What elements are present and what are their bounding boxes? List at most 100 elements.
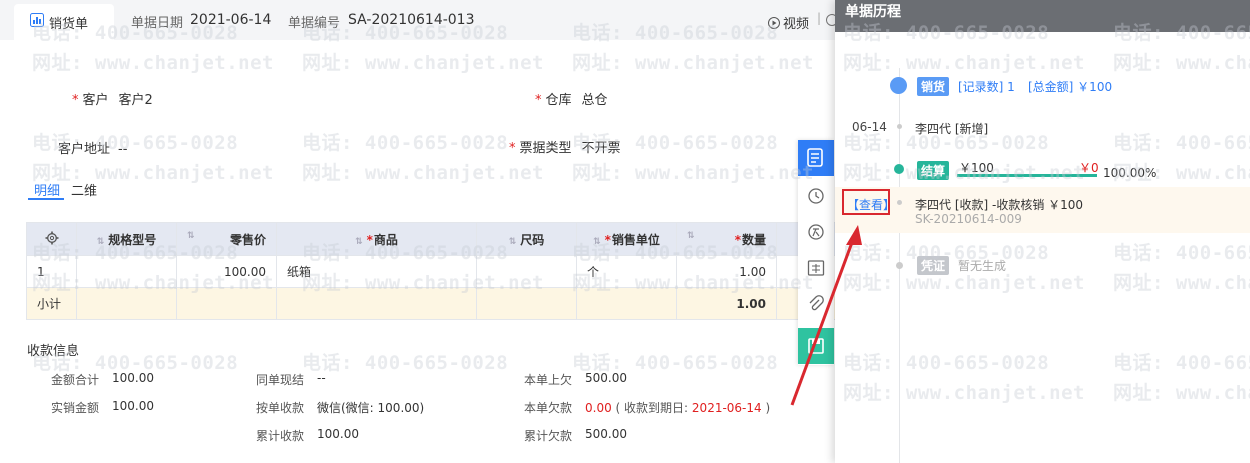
subtotal-empty — [76, 287, 177, 320]
prev-owe-value: 500.00 — [585, 371, 627, 385]
col-retail-price-label: 零售价 — [229, 232, 266, 247]
history-event-create: 李四代 [新增] — [915, 122, 989, 136]
history-date: 06-14 — [852, 120, 887, 134]
subtotal-qty: 1.00 — [676, 287, 777, 320]
cum-owe-value: 500.00 — [585, 427, 627, 441]
col-unit-label: 销售单位 — [611, 232, 660, 247]
col-spec[interactable]: ⇅ 规格型号 — [76, 222, 177, 256]
timeline-node-settle — [894, 164, 904, 174]
by-order-label: 按单收款 — [256, 401, 305, 415]
sort-icon[interactable]: ⇅ — [97, 237, 105, 247]
timeline-node-voucher — [896, 262, 903, 269]
history-event-receipt: 李四代 [收款] -收款核销 ￥100 — [915, 198, 1084, 212]
code-value: SA-20210614-013 — [348, 12, 475, 28]
customer-field[interactable]: * 客户 客户2 — [72, 89, 153, 108]
chart-icon — [30, 13, 44, 27]
due-prefix: ( 收款到期日: — [615, 401, 689, 415]
settle-progress — [957, 174, 1097, 177]
timeline-node-sale — [890, 77, 907, 94]
tab-2d[interactable]: 二维 — [71, 180, 97, 199]
voucher-tag: 凭证 — [917, 256, 950, 275]
col-product-label: 商品 — [373, 232, 398, 247]
detail-table: ⇅ 规格型号 ⇅ 零售价 ⇅ *商品 ⇅ 尺码 ⇅ *销售单位 ⇅ *数量 1 100.00… — [26, 222, 838, 320]
net-label: 实销金额 — [51, 401, 100, 415]
settle-progress-fill — [957, 174, 1097, 177]
sort-icon[interactable]: ⇅ — [687, 231, 695, 241]
subtotal-label: 小计 — [26, 287, 77, 320]
invoice-type-label: 票据类型 — [519, 141, 572, 156]
col-qty-label: 数量 — [741, 232, 766, 247]
history-button[interactable] — [798, 178, 834, 214]
history-icon — [808, 188, 824, 204]
cur-owe-label: 本单欠款 — [524, 401, 573, 415]
sort-icon[interactable]: ⇅ — [187, 231, 195, 241]
cell-size[interactable] — [476, 255, 577, 288]
due-date: 2021-06-14 — [691, 401, 762, 415]
date-label: 单据日期 — [131, 16, 184, 31]
video-label: 视频 — [783, 17, 810, 32]
cum-owe-label: 累计欠款 — [524, 429, 573, 443]
sort-icon[interactable]: ⇅ — [509, 237, 517, 247]
subtotal-empty — [476, 287, 577, 320]
col-size[interactable]: ⇅ 尺码 — [476, 222, 577, 256]
tab-detail[interactable]: 明细 — [34, 180, 60, 199]
gear-icon[interactable] — [45, 231, 59, 245]
col-retail-price[interactable]: ⇅ 零售价 — [176, 222, 277, 256]
cell-product[interactable]: 纸箱 — [276, 255, 477, 288]
subtotal-empty — [576, 287, 677, 320]
required-mark: * — [509, 141, 516, 156]
column-settings[interactable] — [26, 222, 77, 256]
sale-tag: 销货 — [917, 77, 950, 96]
view-link[interactable]: 【查看】 — [847, 196, 895, 213]
cell-unit[interactable]: 个 — [576, 255, 677, 288]
address-value: -- — [118, 142, 128, 157]
total-amount[interactable]: [总金额] ￥100 — [1028, 78, 1112, 95]
video-button[interactable]: 视频 — [768, 13, 809, 32]
prev-owe-label: 本单上欠 — [524, 373, 573, 387]
address-field[interactable]: 客户地址 -- — [58, 138, 127, 157]
total-label: 金额合计 — [51, 373, 100, 387]
cell-spec[interactable] — [76, 255, 177, 288]
invoice-type-field[interactable]: * 票据类型 不开票 — [509, 137, 621, 156]
sort-icon[interactable]: ⇅ — [355, 237, 363, 247]
col-unit[interactable]: ⇅ *销售单位 — [576, 222, 677, 256]
record-count[interactable]: [记录数] 1 — [958, 78, 1015, 95]
cur-owe-row: 0.00 ( 收款到期日: 2021-06-14 ) — [585, 399, 770, 416]
col-product[interactable]: ⇅ *商品 — [276, 222, 477, 256]
customer-value: 客户2 — [118, 93, 153, 108]
timeline-dot — [897, 124, 902, 129]
voucher-text: 暂无生成 — [958, 259, 1007, 273]
receipt-code[interactable]: SK-20210614-009 — [915, 212, 1022, 226]
cell-qty[interactable]: 1.00 — [676, 255, 777, 288]
due-suffix: ) — [765, 401, 771, 415]
table-row[interactable]: 1 100.00 纸箱 个 1.00 — [26, 255, 838, 288]
cell-retail-price[interactable]: 100.00 — [176, 255, 277, 288]
sort-icon[interactable]: ⇅ — [593, 237, 601, 247]
required-mark: * — [604, 232, 611, 247]
divider: | — [817, 11, 822, 25]
same-settle-value: -- — [317, 371, 326, 385]
form-button[interactable] — [798, 140, 834, 176]
code-label: 单据编号 — [288, 16, 341, 31]
col-size-label: 尺码 — [520, 232, 545, 247]
required-mark: * — [734, 232, 741, 247]
required-mark: * — [366, 232, 373, 247]
warehouse-label: 仓库 — [545, 93, 572, 108]
history-panel: 单据历程 销货 [记录数] 1 [总金额] ￥100 06-14 李四代 [新增… — [835, 0, 1250, 463]
same-settle-label: 同单现结 — [256, 373, 305, 387]
cell-index: 1 — [26, 255, 77, 288]
net-value: 100.00 — [112, 399, 154, 413]
subtotal-row: 小计 1.00 — [26, 287, 838, 320]
sales-order-panel: 销货单 单据日期 2021-06-14 单据编号 SA-20210614-013… — [0, 0, 838, 463]
required-mark: * — [535, 93, 542, 108]
timeline-dot — [897, 200, 902, 205]
table-header-row: ⇅ 规格型号 ⇅ 零售价 ⇅ *商品 ⇅ 尺码 ⇅ *销售单位 ⇅ *数量 — [26, 222, 838, 256]
col-qty[interactable]: ⇅ *数量 — [676, 222, 777, 256]
warehouse-field[interactable]: * 仓库 总仓 — [535, 89, 608, 108]
form-icon — [807, 148, 823, 167]
cum-recv-value: 100.00 — [317, 427, 359, 441]
cum-recv-label: 累计收款 — [256, 429, 305, 443]
tab-label: 销货单 — [49, 17, 89, 32]
history-title: 单据历程 — [835, 0, 1250, 32]
warehouse-value: 总仓 — [581, 93, 608, 108]
